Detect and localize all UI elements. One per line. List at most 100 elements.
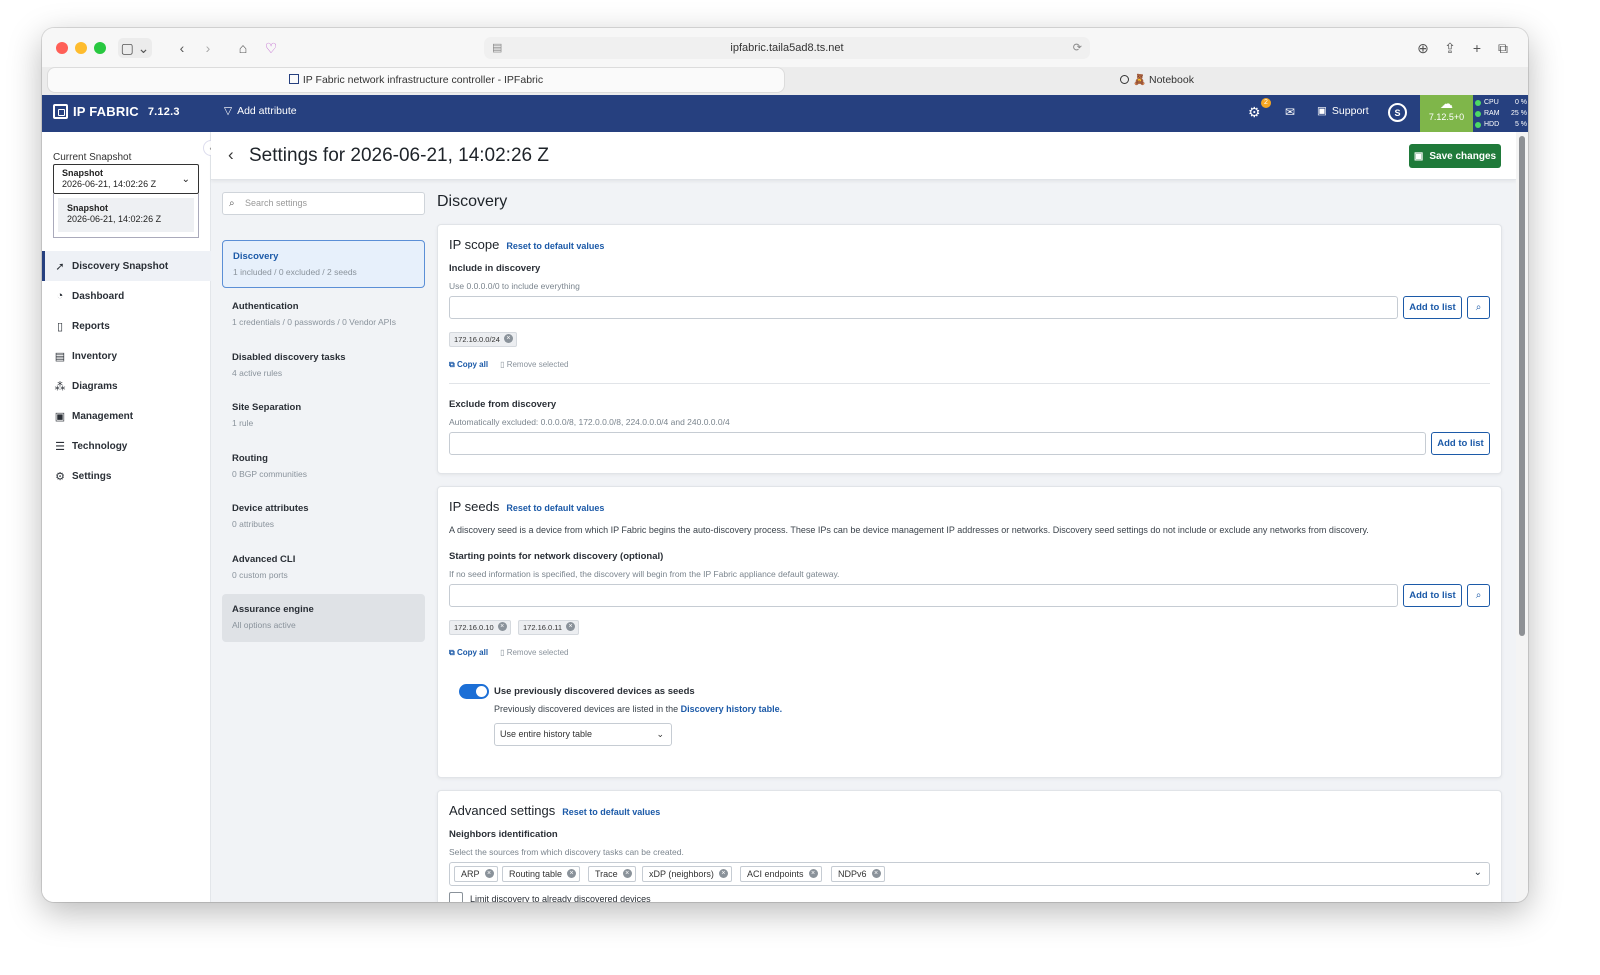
copy-all-button[interactable]: ⧉ Copy all [449, 360, 488, 370]
seed-chip[interactable]: 172.16.0.10 [449, 620, 511, 635]
close-window-button[interactable] [56, 42, 68, 54]
include-search-icon[interactable]: ⌕ [1467, 296, 1490, 319]
neighbors-multiselect[interactable]: ARP Routing table Trace xDP (neighbors) … [449, 862, 1490, 886]
neighbor-chip[interactable]: ARP [454, 866, 498, 882]
current-snapshot-label: Current Snapshot [53, 152, 132, 163]
inventory-icon: ▤ [54, 350, 66, 363]
sidebar-toggle-icon[interactable]: ▢ ⌄ [118, 38, 152, 58]
sidebar-item-reports[interactable]: ▯ Reports [42, 311, 211, 341]
sidebar-item-management[interactable]: ▣ Management [42, 401, 211, 431]
limit-discovery-checkbox[interactable] [449, 892, 463, 902]
exclude-add-button[interactable]: Add to list [1431, 432, 1490, 455]
page-title: Settings for 2026-06-21, 14:02:26 Z [249, 145, 549, 166]
settings-item-discovery[interactable]: Discovery 1 included / 0 excluded / 2 see… [222, 240, 425, 288]
neighbor-chip[interactable]: ACI endpoints [740, 866, 822, 882]
seed-chip[interactable]: 172.16.0.11 [518, 620, 580, 635]
save-changes-button[interactable]: ▣ Save changes [1409, 144, 1501, 168]
settings-item-routing[interactable]: Routing 0 BGP communities [222, 443, 425, 491]
sidebar-item-settings[interactable]: ⚙ Settings [42, 461, 211, 491]
ip-scope-card: IP scope Reset to default values Include… [437, 224, 1502, 474]
remove-selected-label: Remove selected [506, 360, 569, 369]
include-chip[interactable]: 172.16.0.0/24 [449, 332, 517, 347]
include-tools: ⧉ Copy all ▯ Remove selected [449, 360, 569, 370]
seeds-add-button[interactable]: Add to list [1403, 584, 1462, 607]
sidebar-item-technology[interactable]: ☰ Technology [42, 431, 211, 461]
reset-defaults-link[interactable]: Reset to default values [506, 503, 604, 513]
sidebar-item-dashboard[interactable]: ◔ Dashboard [42, 281, 211, 311]
search-settings-input[interactable]: ⌕ Search settings [222, 192, 425, 215]
settings-item-device-attributes[interactable]: Device attributes 0 attributes [222, 493, 425, 541]
ip-scope-header: IP scope Reset to default values [449, 237, 604, 252]
reset-defaults-link[interactable]: Reset to default values [562, 807, 660, 817]
reload-icon[interactable]: ⟳ [1073, 37, 1082, 59]
tab-notebook[interactable]: 🧸 Notebook [792, 68, 1522, 92]
history-select[interactable]: Use entire history table ⌄ [494, 723, 672, 746]
section-title: Discovery [437, 193, 508, 210]
tasks-gear-icon[interactable]: ⚙ [1248, 104, 1261, 121]
zoom-window-button[interactable] [94, 42, 106, 54]
address-bar[interactable]: ▤ ipfabric.taila5ad8.ts.net ⟳ [484, 37, 1090, 59]
support-button[interactable]: ▣ Support [1317, 105, 1369, 117]
settings-item-site-separation[interactable]: Site Separation 1 rule [222, 392, 425, 440]
share-icon[interactable]: ⇪ [1441, 38, 1459, 58]
settings-item-assurance-engine[interactable]: Assurance engine All options active [222, 594, 425, 642]
neighbor-chip[interactable]: Trace [588, 866, 636, 882]
home-icon[interactable]: ⌂ [234, 38, 252, 58]
discovery-history-link[interactable]: Discovery history table. [681, 704, 783, 714]
reset-defaults-link[interactable]: Reset to default values [506, 241, 604, 251]
rocket-icon: ➚ [55, 260, 65, 273]
settings-item-title: Advanced CLI [232, 554, 296, 565]
minimize-window-button[interactable] [75, 42, 87, 54]
sidebar-item-inventory[interactable]: ▤ Inventory [42, 341, 211, 371]
download-icon[interactable]: ⊕ [1414, 38, 1432, 58]
back-arrow-icon[interactable]: ‹ [174, 38, 190, 58]
ip-seeds-card: IP seeds Reset to default values A disco… [437, 486, 1502, 778]
page-scrollbar[interactable] [1516, 132, 1528, 902]
user-avatar-icon[interactable]: S [1388, 103, 1407, 122]
remove-selected-button[interactable]: ▯ Remove selected [500, 648, 568, 658]
stat-value: 5 % [1514, 121, 1527, 128]
page-info-icon[interactable]: ▤ [492, 37, 502, 59]
extension-icon[interactable]: ♡ [262, 38, 280, 58]
sidebar-item-label: Dashboard [72, 290, 125, 302]
seeds-search-icon[interactable]: ⌕ [1467, 584, 1490, 607]
add-attribute-button[interactable]: ▽ Add attribute [224, 105, 297, 117]
settings-item-disabled-discovery-tasks[interactable]: Disabled discovery tasks 4 active rules [222, 342, 425, 390]
forward-arrow-icon[interactable]: › [200, 38, 216, 58]
neighbor-chip[interactable]: Routing table [502, 866, 581, 882]
divider [449, 383, 1490, 384]
settings-item-advanced-cli[interactable]: Advanced CLI 0 custom ports [222, 544, 425, 592]
browser-toolbar: ▢ ⌄ ‹ › ⌂ ♡ ▤ ipfabric.taila5ad8.ts.net … [42, 28, 1528, 67]
cloud-version: 7.12.5+0 [1428, 112, 1465, 122]
include-input[interactable] [449, 296, 1398, 319]
mail-icon[interactable]: ✉ [1285, 105, 1295, 119]
snapshot-option[interactable]: Snapshot 2026-06-21, 14:02:26 Z [58, 198, 194, 232]
include-add-button[interactable]: Add to list [1403, 296, 1462, 319]
remove-selected-label: Remove selected [506, 648, 569, 657]
gear-icon: ⚙ [55, 470, 65, 483]
starting-points-hint: If no seed information is specified, the… [449, 569, 840, 579]
copy-all-button[interactable]: ⧉ Copy all [449, 648, 488, 658]
use-previous-devices-toggle[interactable] [459, 684, 489, 699]
seeds-input[interactable] [449, 584, 1398, 607]
new-tab-icon[interactable]: + [1468, 38, 1486, 58]
snapshot-select-title: Snapshot [62, 168, 104, 178]
brand-logo[interactable]: IP FABRIC 7.12.3 [53, 104, 180, 119]
neighbor-chip[interactable]: NDPv6 [831, 866, 885, 882]
chevron-down-icon: ⌄ [1473, 867, 1482, 878]
copy-all-label: Copy all [456, 648, 489, 657]
settings-item-authentication[interactable]: Authentication 1 credentials / 0 password… [222, 291, 425, 339]
tab-ipfabric[interactable]: IP Fabric network infrastructure control… [48, 68, 784, 92]
remove-selected-button[interactable]: ▯ Remove selected [500, 360, 568, 370]
sidebar-item-discovery-snapshot[interactable]: ➚ Discovery Snapshot [42, 251, 211, 281]
trash-icon: ▯ [500, 648, 507, 657]
snapshot-select[interactable]: Snapshot 2026-06-21, 14:02:26 Z ⌄ [53, 164, 199, 194]
neighbor-chip[interactable]: xDP (neighbors) [642, 866, 732, 882]
settings-item-subtitle: 0 custom ports [232, 570, 288, 580]
cloud-status-button[interactable]: ☁ 7.12.5+0 [1420, 95, 1473, 132]
exclude-input[interactable] [449, 432, 1426, 455]
tab-overview-icon[interactable]: ⧉ [1494, 38, 1512, 58]
sidebar-item-diagrams[interactable]: ⁂ Diagrams [42, 371, 211, 401]
back-chevron-icon[interactable]: ‹ [228, 145, 234, 165]
scrollbar-thumb[interactable] [1519, 136, 1525, 636]
